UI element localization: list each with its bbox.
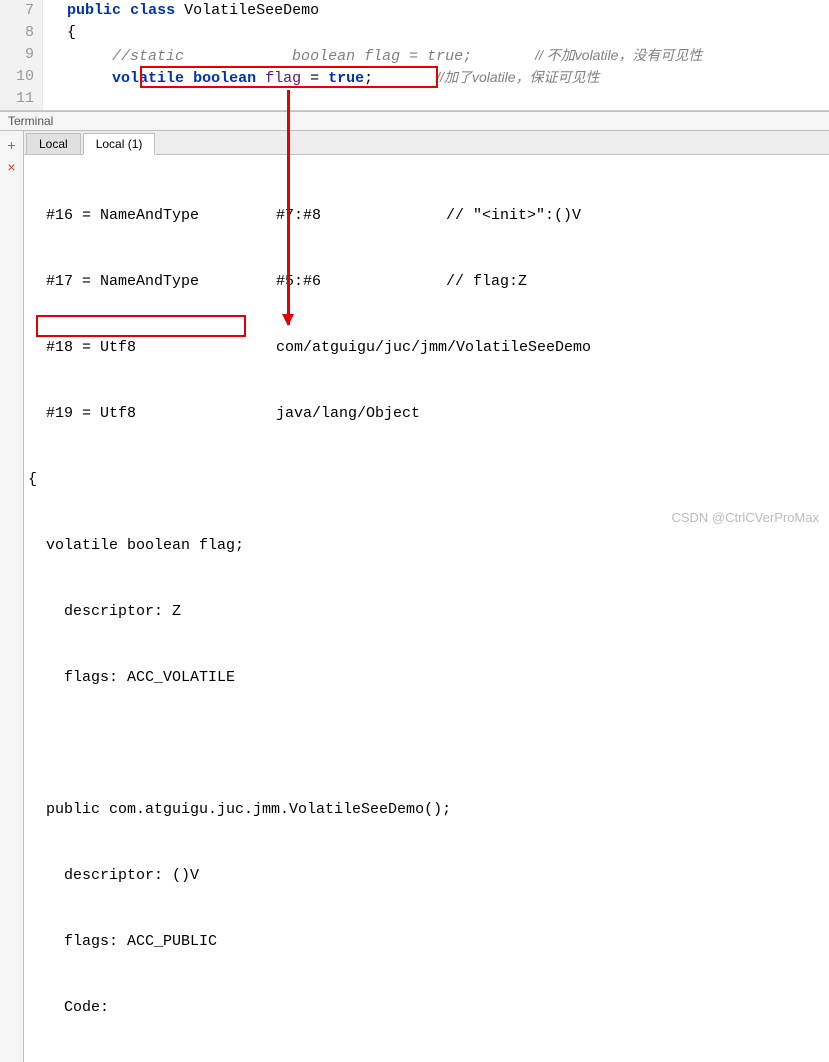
tab-local[interactable]: Local	[26, 133, 81, 154]
cp-col1: #19 = Utf8	[46, 403, 276, 425]
cp-col2: java/lang/Object	[276, 403, 420, 425]
line-number: 7	[16, 0, 34, 22]
ident-flag: flag	[265, 70, 301, 87]
cp-col3: // flag:Z	[446, 271, 819, 293]
terminal-tabs: Local Local (1)	[24, 131, 829, 155]
cp-col2: com/atguigu/juc/jmm/VolatileSeeDemo	[276, 337, 591, 359]
class-name: VolatileSeeDemo	[184, 2, 319, 19]
cp-col1: #16 = NameAndType	[46, 205, 276, 227]
bytecode-line: volatile boolean flag;	[28, 535, 819, 557]
line-number: 11	[16, 88, 34, 110]
eq: =	[301, 70, 328, 87]
brace-open: {	[28, 469, 819, 491]
watermark: CSDN @CtrlCVerProMax	[671, 510, 819, 525]
comment-cn-2: //加了volatile，保证可见性	[436, 69, 599, 85]
terminal-output[interactable]: #16 = NameAndType#7:#8// "<init>":()V #1…	[24, 155, 829, 1062]
code-line-9[interactable]: //static boolean flag = true; // 不加volat…	[49, 44, 829, 66]
code-line-10[interactable]: volatile boolean flag = true; //加了volati…	[49, 66, 829, 88]
cp-col2: #5:#6	[276, 271, 446, 293]
code-line-11[interactable]	[49, 88, 829, 110]
bytecode-line: descriptor: ()V	[28, 865, 819, 887]
add-tab-icon[interactable]: +	[7, 137, 15, 153]
cp-col3: // "<init>":()V	[446, 205, 819, 227]
constpool-row: #16 = NameAndType#7:#8// "<init>":()V	[46, 205, 819, 227]
bytecode-line: public com.atguigu.juc.jmm.VolatileSeeDe…	[28, 799, 819, 821]
terminal-body: + × Local Local (1) #16 = NameAndType#7:…	[0, 131, 829, 1062]
keyword-boolean: boolean	[193, 70, 256, 87]
code-line-7[interactable]: public class VolatileSeeDemo	[49, 0, 829, 22]
keyword-public: public	[67, 2, 121, 19]
bytecode-line: descriptor: Z	[28, 601, 819, 623]
line-number: 8	[16, 22, 34, 44]
bytecode-blank	[46, 733, 819, 755]
cp-col1: #18 = Utf8	[46, 337, 276, 359]
cp-col1: #17 = NameAndType	[46, 271, 276, 293]
bytecode-line-flags: flags: ACC_VOLATILE	[28, 667, 819, 689]
cp-col2: #7:#8	[276, 205, 446, 227]
literal-true: true	[328, 70, 364, 87]
annotation-arrow	[287, 90, 290, 325]
terminal-title: Terminal	[8, 114, 53, 128]
constpool-row: #17 = NameAndType#5:#6// flag:Z	[46, 271, 819, 293]
line-number: 9	[16, 44, 34, 66]
keyword-class: class	[130, 2, 175, 19]
comment-static: //static boolean flag = true;	[112, 48, 472, 65]
constpool-row: #18 = Utf8com/atguigu/juc/jmm/VolatileSe…	[46, 337, 819, 359]
annotation-box-2	[36, 315, 246, 337]
gutter: 7 8 9 10 11	[0, 0, 43, 110]
terminal-gutter: + ×	[0, 131, 24, 1062]
constpool-row: #19 = Utf8java/lang/Object	[46, 403, 819, 425]
semicolon: ;	[364, 70, 373, 87]
terminal-header[interactable]: Terminal	[0, 112, 829, 131]
code-area[interactable]: public class VolatileSeeDemo { //static …	[43, 0, 829, 110]
code-editor: 7 8 9 10 11 public class VolatileSeeDemo…	[0, 0, 829, 111]
terminal-content: Local Local (1) #16 = NameAndType#7:#8//…	[24, 131, 829, 1062]
brace-open: {	[67, 24, 76, 41]
tab-local-1[interactable]: Local (1)	[83, 133, 156, 155]
bytecode-line: flags: ACC_PUBLIC	[28, 931, 819, 953]
close-tab-icon[interactable]: ×	[7, 159, 15, 175]
line-number: 10	[16, 66, 34, 88]
comment-cn-1: // 不加volatile，没有可见性	[535, 47, 702, 63]
code-line-8[interactable]: {	[49, 22, 829, 44]
bytecode-line: Code:	[28, 997, 819, 1019]
keyword-volatile: volatile	[112, 70, 184, 87]
